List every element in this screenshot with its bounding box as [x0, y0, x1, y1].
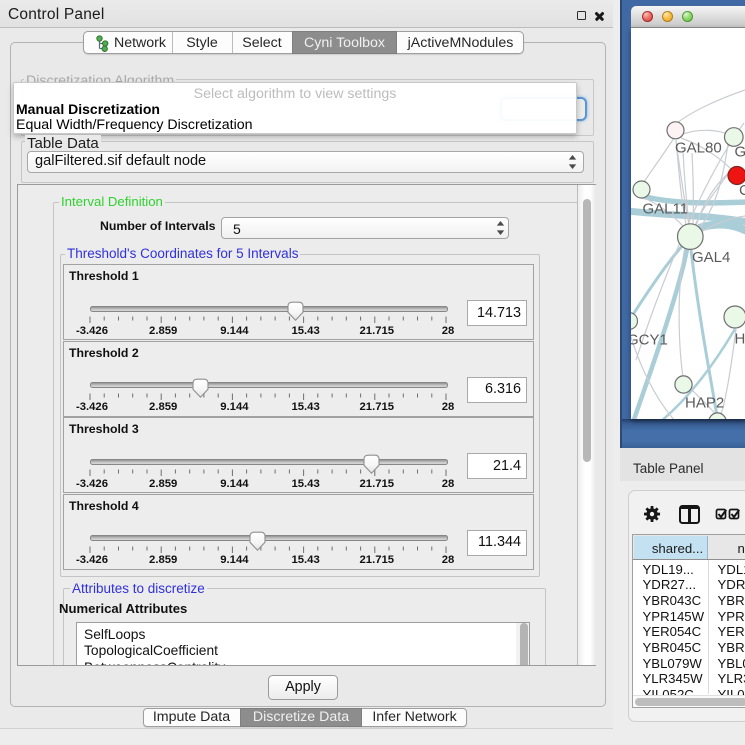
svg-text:GAL80: GAL80	[675, 140, 722, 157]
svg-text:GCY1: GCY1	[631, 332, 668, 349]
svg-text:HAP2: HAP2	[685, 395, 724, 412]
svg-text:HIS4: HIS4	[735, 331, 745, 348]
svg-text:GAL4: GAL4	[692, 249, 730, 266]
svg-text:CRP1: CRP1	[739, 182, 745, 199]
svg-text:GAL3: GAL3	[735, 144, 745, 161]
svg-text:GAL11: GAL11	[643, 201, 689, 218]
